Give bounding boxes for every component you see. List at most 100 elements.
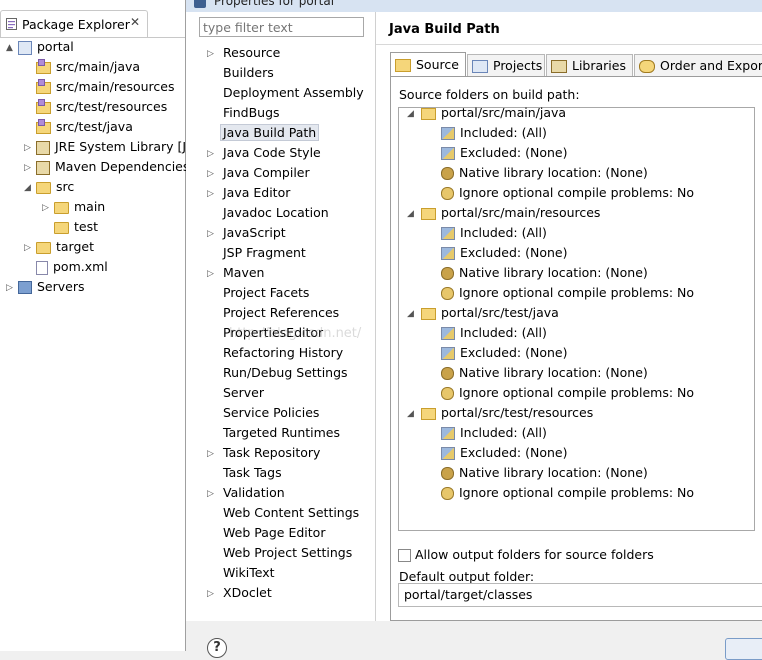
tab-projects[interactable]: Projects xyxy=(467,54,545,76)
source-folder-attribute[interactable]: Native library location: (None) xyxy=(441,463,648,483)
collapse-arrow-icon[interactable]: ◢ xyxy=(407,304,421,324)
expand-toggle-icon[interactable]: ▷ xyxy=(24,138,34,158)
package-explorer-tab-label: Package Explorer xyxy=(22,17,130,32)
allow-output-folders-checkbox[interactable]: Allow output folders for source folders xyxy=(398,547,654,562)
nav-item[interactable]: ▷ Java Editor xyxy=(207,183,290,203)
nav-item[interactable]: Task Tags xyxy=(207,463,282,483)
source-folder-attribute[interactable]: Included: (All) xyxy=(441,423,547,443)
package-explorer-tab[interactable]: Package Explorer ✕ xyxy=(0,10,148,38)
source-folder-attribute[interactable]: Included: (All) xyxy=(441,323,547,343)
expand-toggle-icon[interactable]: ▷ xyxy=(6,278,16,298)
nav-item[interactable]: ▷ Java Compiler xyxy=(207,163,310,183)
nav-item[interactable]: ▷ JavaScript xyxy=(207,223,286,243)
source-folder-attribute[interactable]: Ignore optional compile problems: No xyxy=(441,483,694,503)
tree-item[interactable]: ▷ JRE System Library [J xyxy=(24,137,186,157)
source-folder-item[interactable]: ◢ portal/src/main/java xyxy=(407,103,566,123)
nav-item[interactable]: Run/Debug Settings xyxy=(207,363,348,383)
tree-item[interactable]: test xyxy=(42,217,98,237)
nav-item[interactable]: JSP Fragment xyxy=(207,243,306,263)
expand-arrow-icon[interactable]: ▷ xyxy=(207,184,223,204)
source-folder-item[interactable]: ◢ portal/src/test/resources xyxy=(407,403,593,423)
source-folder-attribute[interactable]: Ignore optional compile problems: No xyxy=(441,183,694,203)
tree-item[interactable]: src/test/resources xyxy=(24,97,167,117)
expand-toggle-icon[interactable]: ▲ xyxy=(6,38,16,58)
expand-toggle-icon[interactable]: ▷ xyxy=(24,238,34,258)
tree-item[interactable]: ▷ Maven Dependencies xyxy=(24,157,189,177)
tree-item[interactable]: src/main/java xyxy=(24,57,140,77)
tree-item[interactable]: ▷ Servers xyxy=(6,277,85,297)
expand-arrow-icon[interactable]: ▷ xyxy=(207,224,223,244)
collapse-arrow-icon[interactable]: ◢ xyxy=(407,204,421,224)
source-folder-attribute[interactable]: Ignore optional compile problems: No xyxy=(441,383,694,403)
source-folder-attribute[interactable]: Excluded: (None) xyxy=(441,443,567,463)
tree-item[interactable]: ▲ portal xyxy=(6,37,74,57)
source-folder-attribute[interactable]: Native library location: (None) xyxy=(441,363,648,383)
expand-arrow-icon[interactable]: ▷ xyxy=(207,44,223,64)
source-folder-attribute[interactable]: Excluded: (None) xyxy=(441,243,567,263)
expand-arrow-icon[interactable]: ▷ xyxy=(207,584,223,604)
nav-item[interactable]: ▷ XDoclet xyxy=(207,583,272,603)
expand-toggle-icon[interactable]: ▷ xyxy=(42,198,52,218)
project-icon xyxy=(18,40,32,55)
tab-source[interactable]: Source xyxy=(390,52,466,77)
expand-arrow-icon[interactable]: ▷ xyxy=(207,444,223,464)
nav-item[interactable]: Web Project Settings xyxy=(207,543,352,563)
expand-arrow-icon[interactable]: ▷ xyxy=(207,164,223,184)
nav-item[interactable]: Web Page Editor xyxy=(207,523,325,543)
nav-item[interactable]: ▷ Maven xyxy=(207,263,264,283)
source-folder-attribute[interactable]: Ignore optional compile problems: No xyxy=(441,283,694,303)
source-folder-attribute[interactable]: Included: (All) xyxy=(441,123,547,143)
tree-item-label: target xyxy=(56,239,95,254)
collapse-arrow-icon[interactable]: ◢ xyxy=(407,404,421,424)
close-icon[interactable]: ✕ xyxy=(130,15,140,29)
nav-item[interactable]: Web Content Settings xyxy=(207,503,359,523)
nav-item[interactable]: ▷ Validation xyxy=(207,483,285,503)
page-header: Java Build Path xyxy=(376,12,762,45)
nav-item[interactable]: WikiText xyxy=(207,563,275,583)
tab-order-and-export[interactable]: Order and Export xyxy=(634,54,762,76)
nav-item[interactable]: ▷ Resource xyxy=(207,43,280,63)
tree-item[interactable]: pom.xml xyxy=(24,257,108,277)
source-folder-attribute[interactable]: Excluded: (None) xyxy=(441,143,567,163)
nav-item[interactable]: Project Facets xyxy=(207,283,309,303)
nav-item[interactable]: Java Build Path xyxy=(207,123,320,143)
tree-item[interactable]: ▷ main xyxy=(42,197,105,217)
help-icon[interactable]: ? xyxy=(207,638,227,658)
nav-item[interactable]: Deployment Assembly xyxy=(207,83,364,103)
nav-item[interactable]: ▷ Task Repository xyxy=(207,443,320,463)
tree-item[interactable]: ◢ src xyxy=(24,177,74,197)
source-folders-tree[interactable]: ◢ portal/src/main/java Included: (All) Excl… xyxy=(398,105,755,531)
source-folder-attribute[interactable]: Excluded: (None) xyxy=(441,343,567,363)
source-folder-item[interactable]: ◢ portal/src/test/java xyxy=(407,303,559,323)
nav-item[interactable]: Server xyxy=(207,383,264,403)
nav-item[interactable]: Javadoc Location xyxy=(207,203,329,223)
source-folder-attribute[interactable]: Native library location: (None) xyxy=(441,163,648,183)
nav-item[interactable]: Builders xyxy=(207,63,274,83)
expand-arrow-icon[interactable]: ▷ xyxy=(207,144,223,164)
collapse-arrow-icon[interactable]: ◢ xyxy=(407,104,421,124)
nav-item[interactable]: FindBugs xyxy=(207,103,280,123)
tab-libraries[interactable]: Libraries xyxy=(546,54,633,76)
tree-item[interactable]: src/main/resources xyxy=(24,77,174,97)
tree-item[interactable]: ▷ target xyxy=(24,237,94,257)
filter-input[interactable] xyxy=(199,17,364,37)
source-folder-attribute[interactable]: Included: (All) xyxy=(441,223,547,243)
nav-item[interactable]: Targeted Runtimes xyxy=(207,423,340,443)
nav-item-label: Java Code Style xyxy=(223,145,321,160)
source-folder-attribute[interactable]: Native library location: (None) xyxy=(441,263,648,283)
expand-toggle-icon[interactable]: ▷ xyxy=(24,158,34,178)
expand-toggle-icon[interactable]: ◢ xyxy=(24,178,34,198)
expand-arrow-icon[interactable]: ▷ xyxy=(207,484,223,504)
default-output-folder-field[interactable]: portal/target/classes xyxy=(398,583,762,607)
nav-item[interactable]: Service Policies xyxy=(207,403,319,423)
nav-item-label: Javadoc Location xyxy=(223,205,329,220)
checkbox-box[interactable] xyxy=(398,549,411,562)
library-icon xyxy=(36,160,50,175)
source-folder-item[interactable]: ◢ portal/src/main/resources xyxy=(407,203,600,223)
nav-item[interactable]: Refactoring History xyxy=(207,343,343,363)
nav-item[interactable]: Project References xyxy=(207,303,339,323)
tree-item[interactable]: src/test/java xyxy=(24,117,133,137)
expand-arrow-icon[interactable]: ▷ xyxy=(207,264,223,284)
ok-button[interactable] xyxy=(725,638,762,660)
nav-item[interactable]: ▷ Java Code Style xyxy=(207,143,321,163)
